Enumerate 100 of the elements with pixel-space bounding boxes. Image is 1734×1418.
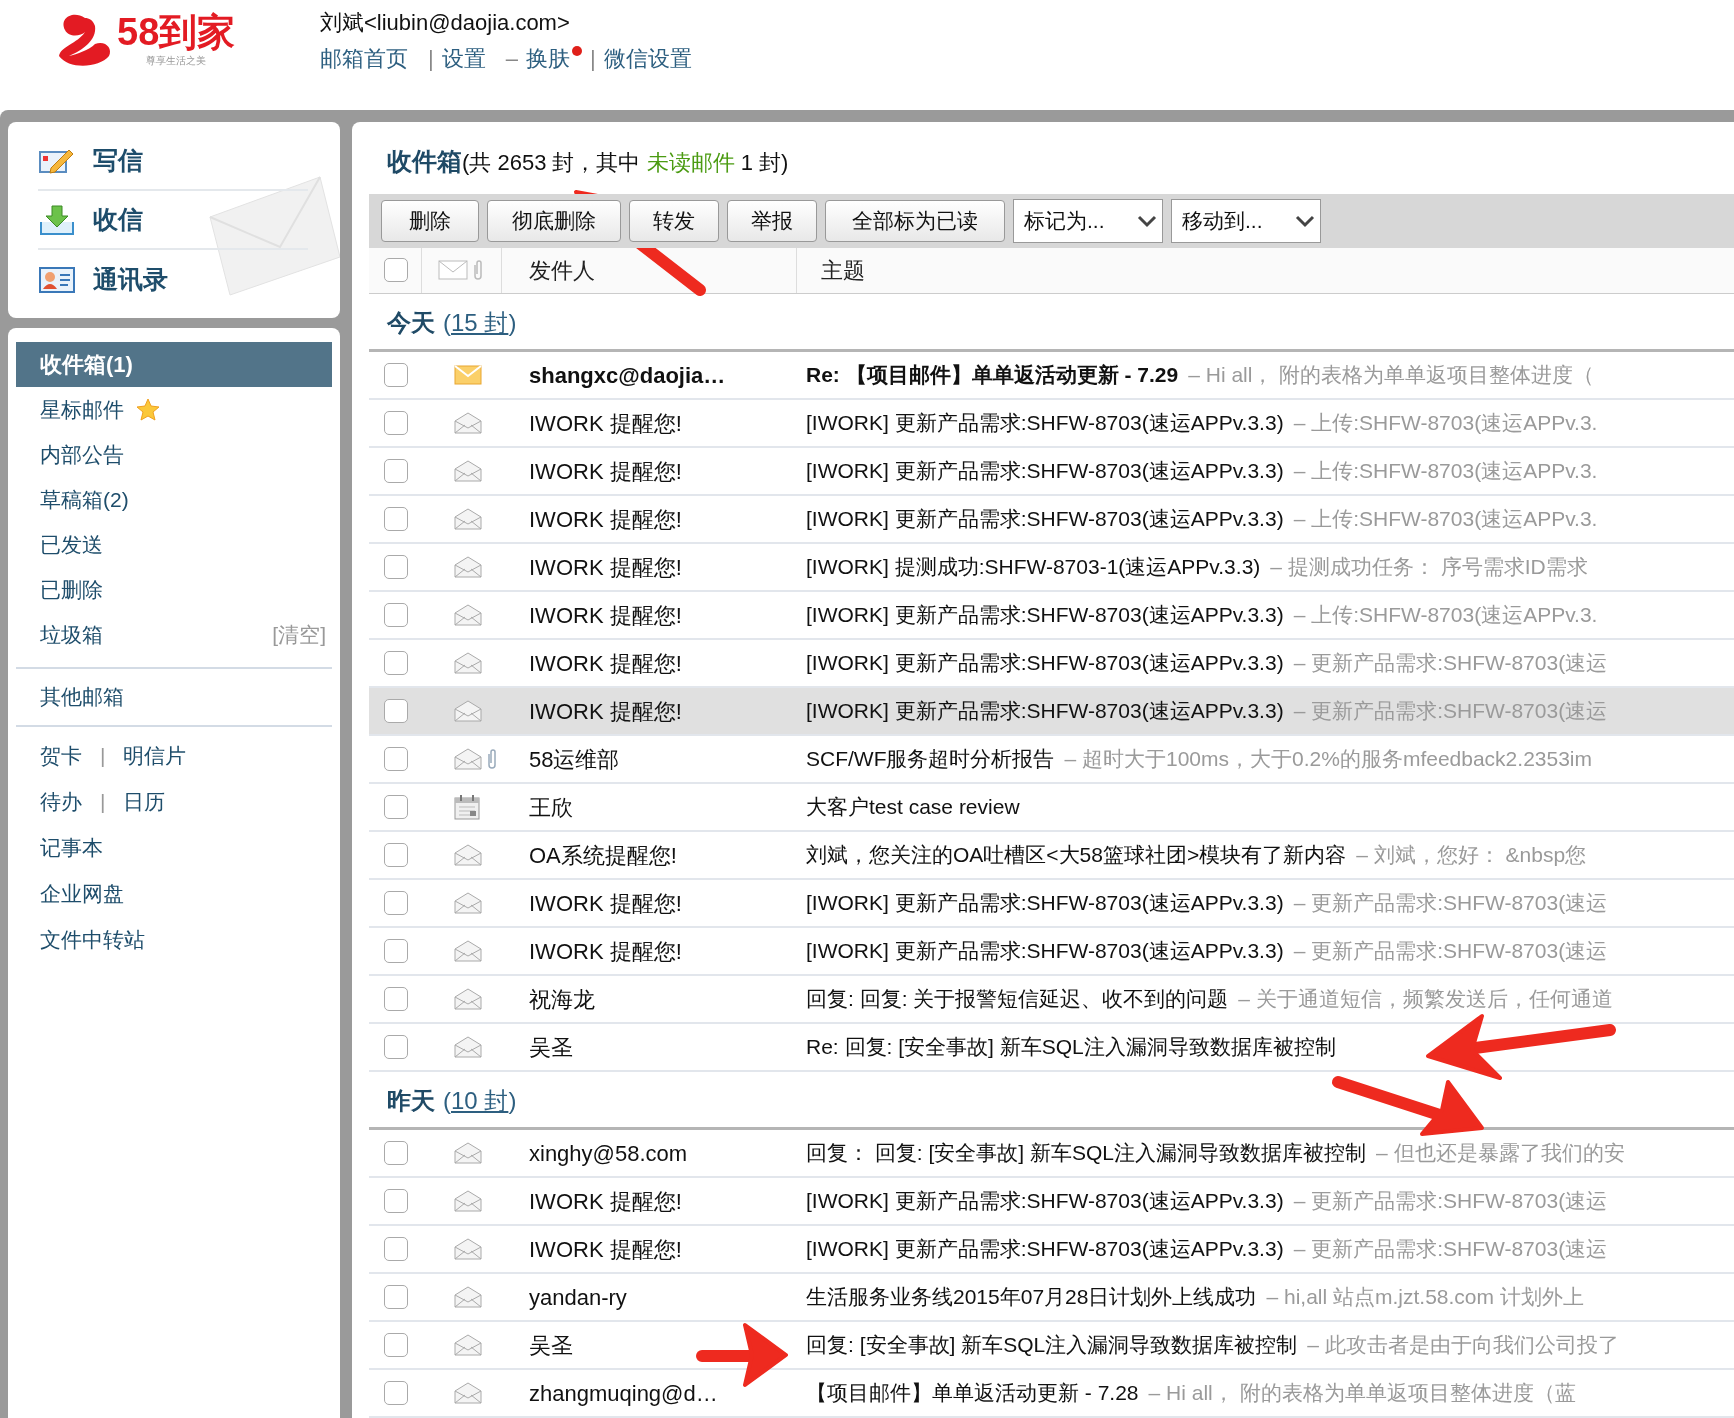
subject-text: [IWORK] 更新产品需求:SHFW-8703(速运APPv.3.3) — [806, 890, 1284, 917]
subject-text: 大客户test case review — [806, 794, 1020, 821]
dropdown[interactable]: 移动到... — [1171, 198, 1321, 243]
user-name: 刘斌<liubin@daojia.com> — [320, 9, 571, 37]
mail-row[interactable]: IWORK 提醒您! [IWORK] 更新产品需求:SHFW-8703(速运APPv.3.3) – 更新产品需求:SHFW-8703(速运 — [369, 688, 1734, 736]
open-envelope-icon — [454, 1286, 482, 1308]
toolbar-button[interactable]: 彻底删除 — [487, 199, 621, 242]
preview-text: – Hi all， 附的表格为单单返项目整体进度（蓝 — [1148, 1380, 1576, 1407]
column-header[interactable]: 发件人 — [529, 253, 595, 287]
tool-link[interactable]: 文件中转站 — [40, 924, 145, 956]
sender-name: IWORK 提醒您! — [529, 505, 682, 534]
row-checkbox[interactable] — [384, 555, 408, 579]
toolbar-button[interactable]: 全部标为已读 — [825, 199, 1005, 242]
open-envelope-icon — [454, 940, 482, 962]
toolbar-button[interactable]: 举报 — [727, 199, 817, 242]
row-checkbox[interactable] — [384, 939, 408, 963]
row-checkbox[interactable] — [384, 891, 408, 915]
open-envelope-icon — [454, 412, 482, 434]
star-icon — [136, 398, 160, 421]
tool-link[interactable]: 明信片 — [123, 740, 187, 772]
brand-name: 58到家 — [117, 12, 236, 51]
row-checkbox[interactable] — [384, 1035, 408, 1059]
open-envelope-icon — [454, 700, 482, 722]
folder-item[interactable]: 已发送 — [16, 522, 332, 567]
subject-text: [IWORK] 更新产品需求:SHFW-8703(速运APPv.3.3) — [806, 602, 1284, 629]
row-checkbox[interactable] — [384, 795, 408, 819]
tool-link[interactable]: 记事本 — [40, 832, 103, 864]
preview-text: – hi,all 站点m.jzt.58.com 计划外上 — [1266, 1284, 1584, 1311]
preview-text: – 关于通道短信，频繁发送后，任何通道 — [1238, 986, 1613, 1013]
sender-name: IWORK 提醒您! — [529, 1187, 682, 1216]
row-checkbox[interactable] — [384, 651, 408, 675]
row-checkbox[interactable] — [384, 1285, 408, 1309]
folder-item[interactable]: 收件箱(1) — [16, 342, 332, 387]
row-checkbox[interactable] — [384, 411, 408, 435]
nav-link[interactable]: 设置 — [441, 42, 486, 76]
row-checkbox[interactable] — [384, 603, 408, 627]
subject-text: [IWORK] 更新产品需求:SHFW-8703(速运APPv.3.3) — [806, 938, 1284, 965]
sender-name: IWORK 提醒您! — [529, 697, 682, 726]
folder-item[interactable]: 其他邮箱 — [40, 681, 124, 713]
sender-name: IWORK 提醒您! — [529, 457, 682, 486]
row-checkbox[interactable] — [384, 987, 408, 1011]
open-envelope-icon — [454, 1190, 482, 1212]
tool-link[interactable]: 日历 — [123, 786, 166, 818]
preview-text: – 但也还是暴露了我们的安 — [1376, 1140, 1625, 1167]
sender-name: 王欣 — [529, 793, 573, 822]
subject-text: 【项目邮件】单单返活动更新 - 7.28 — [806, 1380, 1139, 1407]
group-count-bracket: ( — [443, 308, 451, 338]
folder-label: 垃圾箱 — [40, 621, 103, 648]
nav-separator: – — [505, 45, 518, 73]
sender-name: IWORK 提醒您! — [529, 937, 682, 966]
folder-item[interactable]: 星标邮件 — [16, 387, 332, 432]
row-checkbox[interactable] — [384, 1381, 408, 1405]
open-envelope-icon — [454, 1382, 482, 1404]
open-envelope-icon — [454, 460, 482, 482]
quick-action-link[interactable]: 收信 — [93, 200, 143, 239]
group-count-link[interactable]: 15 封 — [451, 305, 509, 341]
sender-name: 吴圣 — [529, 1033, 573, 1062]
sender-name: 吴圣 — [529, 1331, 573, 1360]
group-count-link[interactable]: 10 封 — [451, 1083, 509, 1119]
sender-name: 祝海龙 — [529, 985, 595, 1014]
nav-link[interactable]: 邮箱首页 — [320, 42, 408, 76]
toolbar-button[interactable]: 转发 — [629, 199, 719, 242]
row-checkbox[interactable] — [384, 747, 408, 771]
nav-link[interactable]: 微信设置 — [603, 42, 692, 76]
nav-separator: | — [428, 45, 434, 73]
row-checkbox[interactable] — [384, 507, 408, 531]
open-envelope-icon — [454, 1036, 482, 1058]
sender-name: OA系统提醒您! — [529, 841, 677, 870]
row-checkbox[interactable] — [384, 459, 408, 483]
tool-link[interactable]: 待办 — [40, 786, 82, 818]
quick-action-link[interactable]: 通讯录 — [93, 260, 168, 299]
caret-icon — [1136, 213, 1158, 228]
sender-name: IWORK 提醒您! — [529, 553, 682, 582]
tool-link[interactable]: 企业网盘 — [40, 878, 124, 910]
open-envelope-icon — [454, 1334, 482, 1356]
column-header[interactable]: 主题 — [821, 257, 865, 283]
nav-link[interactable]: 换肤 — [525, 42, 570, 76]
folder-item[interactable]: 内部公告 — [16, 432, 332, 477]
subject-text: [IWORK] 更新产品需求:SHFW-8703(速运APPv.3.3) — [806, 1236, 1284, 1263]
tool-link[interactable]: 贺卡 — [40, 740, 82, 772]
unread-link[interactable]: 未读邮件 — [646, 149, 735, 175]
subject-text: [IWORK] 更新产品需求:SHFW-8703(速运APPv.3.3) — [806, 506, 1284, 533]
folder-item[interactable]: 草稿箱(2) — [16, 477, 332, 522]
folder-item[interactable]: 已删除 — [16, 567, 332, 612]
row-checkbox[interactable] — [384, 1141, 408, 1165]
row-checkbox[interactable] — [384, 1333, 408, 1357]
link-separator: | — [100, 789, 106, 816]
paperclip-icon — [472, 259, 484, 282]
row-checkbox[interactable] — [384, 1237, 408, 1261]
select-all-checkbox[interactable] — [384, 258, 408, 283]
sender-name: IWORK 提醒您! — [529, 601, 682, 630]
sender-name: zhangmuqing@d… — [529, 1379, 718, 1408]
toolbar-button[interactable]: 删除 — [381, 199, 479, 242]
quick-action-link[interactable]: 写信 — [93, 141, 143, 180]
row-checkbox[interactable] — [384, 363, 408, 387]
row-checkbox[interactable] — [384, 699, 408, 723]
row-checkbox[interactable] — [384, 1189, 408, 1213]
dropdown[interactable]: 标记为... — [1013, 198, 1163, 243]
row-checkbox[interactable] — [384, 843, 408, 867]
download-tray-icon — [39, 203, 75, 236]
